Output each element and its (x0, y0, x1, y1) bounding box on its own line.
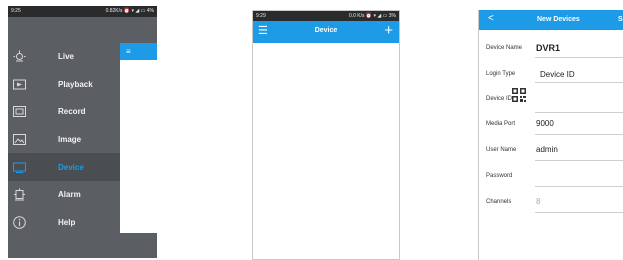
user-name-underline (535, 160, 623, 161)
record-icon (13, 105, 26, 118)
device-id-label: Device ID (486, 96, 513, 102)
new-device-screen: < New Devices S Device Name DVR1 Login T… (478, 10, 623, 260)
user-name-label: User Name (486, 147, 517, 153)
device-icon (13, 161, 26, 174)
main-content-peek[interactable]: ≡ (120, 43, 157, 233)
media-port-underline (535, 134, 623, 135)
help-icon (13, 216, 26, 229)
status-indicators: 0.0 K/s ⏰ ▾ ◢ ▭ 3% (348, 13, 396, 19)
menu-item-help[interactable]: Help (8, 209, 120, 237)
menu-label-record: Record (58, 107, 86, 117)
password-label: Password (486, 173, 513, 179)
device-list (253, 43, 399, 259)
login-type-select[interactable]: Device ID (540, 70, 575, 79)
status-indicators: 0.82K/s ⏰ ▾ ◢ ▭ 4% (105, 8, 154, 14)
channels-underline (535, 212, 623, 213)
qr-code-scan-icon[interactable] (512, 88, 526, 102)
media-port-label: Media Port (486, 121, 516, 127)
playback-icon (13, 78, 26, 91)
device-name-underline (535, 57, 623, 58)
device-id-underline (535, 112, 623, 113)
device-list-screen: 9:29 0.0 K/s ⏰ ▾ ◢ ▭ 3% ☰ Device + (252, 10, 400, 260)
status-time: 9:29 (256, 13, 266, 19)
login-type-underline (535, 82, 623, 83)
side-menu-screen: 9:25 0.82K/s ⏰ ▾ ◢ ▭ 4% Live Playback Re… (8, 6, 157, 258)
image-icon (13, 133, 26, 146)
menu-label-image: Image (58, 135, 82, 145)
menu-label-alarm: Alarm (58, 190, 81, 200)
peek-title-bar: ≡ (120, 43, 157, 60)
save-button[interactable]: S (618, 16, 623, 23)
media-port-input[interactable]: 9000 (536, 119, 554, 128)
back-icon[interactable]: < (488, 13, 494, 24)
device-name-label: Device Name (486, 45, 523, 51)
user-name-input[interactable]: admin (536, 145, 558, 154)
side-menu: Live Playback Record Image Device Alarm … (8, 43, 120, 236)
page-title: New Devices (537, 16, 580, 23)
menu-label-help: Help (58, 217, 76, 227)
alarm-icon (13, 188, 26, 201)
menu-label-device: Device (58, 162, 84, 172)
add-device-icon[interactable]: + (384, 22, 393, 40)
channels-label: Channels (486, 199, 512, 205)
page-title: Device (314, 27, 338, 34)
channels-value: 8 (536, 197, 541, 206)
device-name-input[interactable]: DVR1 (536, 43, 560, 53)
password-underline (535, 186, 623, 187)
peek-menu-icon: ≡ (126, 47, 131, 56)
status-bar: 9:25 0.82K/s ⏰ ▾ ◢ ▭ 4% (8, 6, 157, 17)
live-icon (13, 50, 26, 63)
menu-label-playback: Playback (58, 79, 93, 89)
menu-item-record[interactable]: Record (8, 98, 120, 126)
title-bar: ☰ Device + (253, 21, 399, 43)
menu-item-image[interactable]: Image (8, 126, 120, 154)
menu-label-live: Live (58, 52, 75, 62)
title-bar: < New Devices S (479, 10, 623, 30)
menu-item-playback[interactable]: Playback (8, 71, 120, 99)
menu-item-alarm[interactable]: Alarm (8, 181, 120, 209)
menu-item-live[interactable]: Live (8, 43, 120, 71)
status-bar: 9:29 0.0 K/s ⏰ ▾ ◢ ▭ 3% (253, 11, 399, 21)
menu-item-device[interactable]: Device (8, 153, 120, 181)
login-type-label: Login Type (486, 71, 516, 77)
status-time: 9:25 (11, 8, 21, 14)
